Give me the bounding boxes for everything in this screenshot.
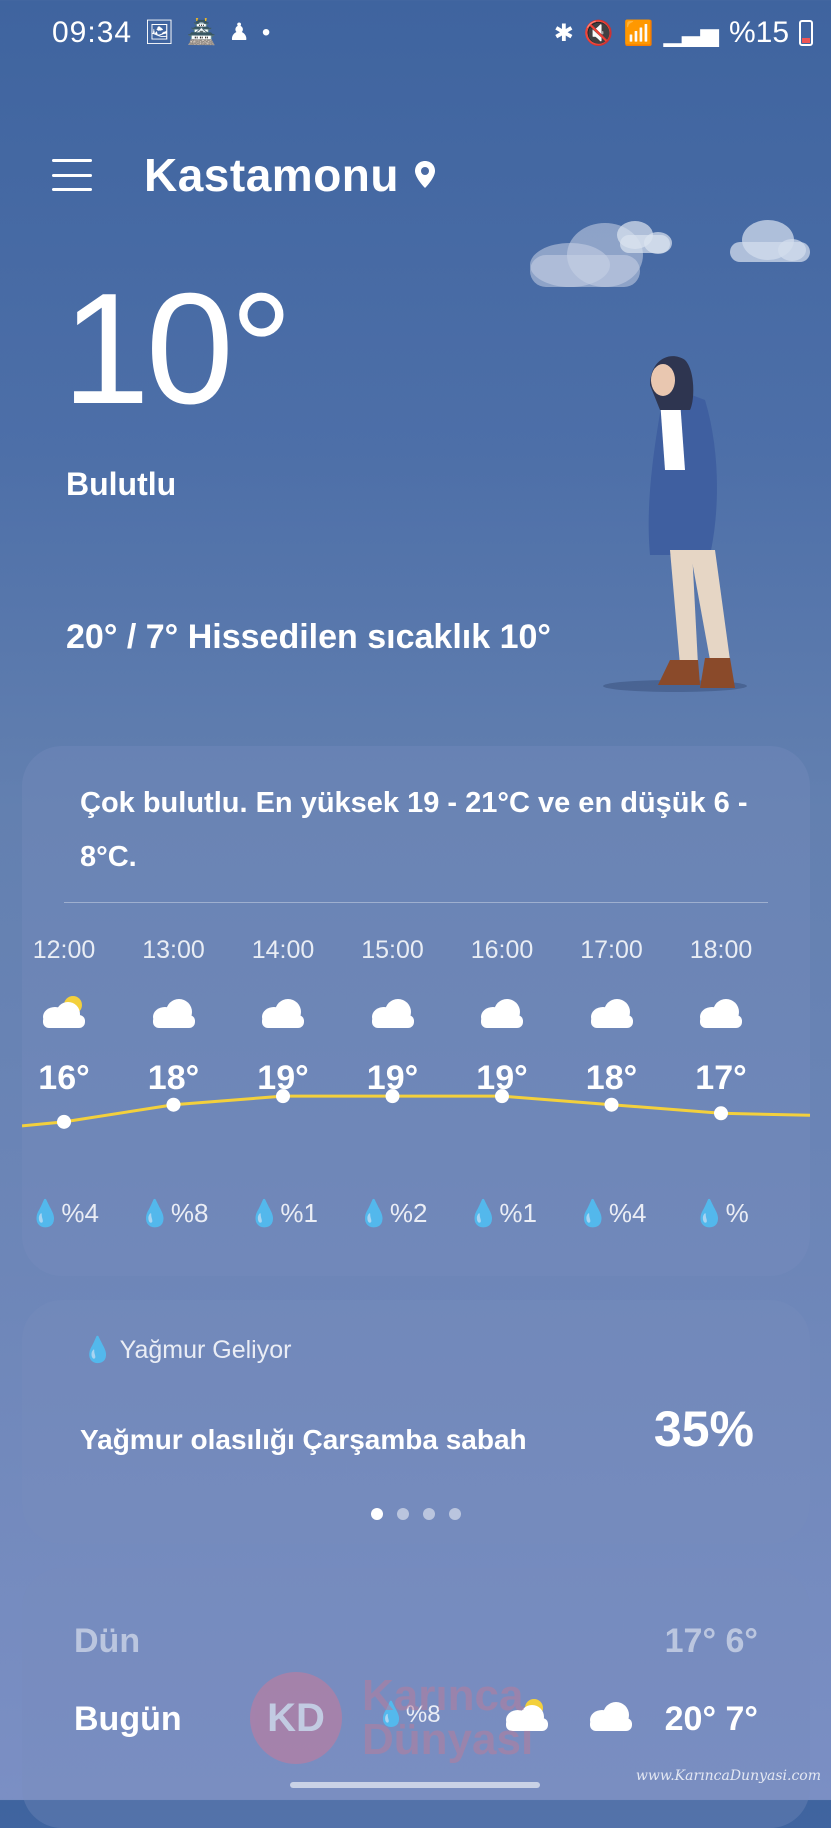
bluetooth-icon: ✱	[553, 19, 574, 47]
hour-time: 18:00	[689, 936, 753, 964]
day-label: Dün	[74, 1622, 141, 1660]
rain-alert-card[interactable]: 💧 Yağmur Geliyor Yağmur olasılığı Çarşam…	[22, 1300, 810, 1544]
weather-illustration	[530, 220, 810, 692]
cloud-icon	[557, 995, 667, 1035]
hour-rain: 💧%4	[576, 1198, 647, 1228]
hour-rain: 💧%4	[29, 1198, 99, 1228]
hour-time: 15:00	[361, 936, 424, 964]
header: Kastamonu	[52, 148, 437, 202]
day-temps: 17° 6°	[664, 1622, 758, 1660]
battery-percent: %15	[728, 16, 789, 49]
temperature-point	[166, 1097, 181, 1112]
hour-rain: 💧%1	[467, 1198, 537, 1228]
app-notification-icon: 🏯	[186, 19, 217, 46]
mute-icon: 🔇	[583, 19, 614, 47]
day-temps: 20° 7°	[664, 1700, 758, 1738]
hour-item: 18:00 17° 💧%	[666, 936, 776, 1228]
watermark-url: www.KarıncaDunyasi.com	[635, 1768, 821, 1784]
hour-temp: 18°	[585, 1059, 638, 1097]
cloud-icon	[119, 995, 229, 1035]
day-label: Bugün	[74, 1700, 182, 1738]
battery-icon	[799, 20, 813, 46]
hour-time: 12:00	[32, 936, 96, 964]
hour-time: 14:00	[251, 936, 315, 964]
partly-cloudy-icon	[22, 995, 119, 1035]
hour-item: 17:00 18° 💧%4	[557, 936, 667, 1228]
forecast-summary: Çok bulutlu. En yüksek 19 - 21°C ve en d…	[80, 787, 748, 873]
status-time: 09:34	[52, 16, 133, 49]
rain-percent: 35%	[653, 1401, 754, 1457]
watermark-logo: KD	[250, 1672, 342, 1764]
temperature-line	[22, 1094, 810, 1128]
page-dot[interactable]	[449, 1508, 461, 1520]
page-dot[interactable]	[397, 1508, 409, 1520]
hourly-forecast-card[interactable]: Çok bulutlu. En yüksek 19 - 21°C ve en d…	[22, 746, 810, 1276]
cloud-icon	[338, 995, 448, 1035]
page-indicator	[22, 1508, 810, 1520]
cloud-icon	[586, 1698, 636, 1741]
hour-time: 17:00	[580, 936, 643, 964]
hourly-list[interactable]: 12:00 16° 💧%4 13:00 18° 💧%8 14:00 19° 💧%1 15:00 19…	[22, 936, 810, 1256]
wifi-icon: 📶	[623, 19, 654, 47]
dot-icon: •	[261, 18, 271, 46]
status-bar: 09:34 🖼 🏯 ♟ • ✱ 🔇 📶 ▁▃▅ %15	[0, 0, 831, 66]
feels-like: Hissedilen sıcaklık 10°	[187, 618, 551, 656]
location-pin-icon	[414, 161, 435, 188]
hour-item: 16:00 19° 💧%1	[447, 936, 557, 1228]
hour-item: 15:00 19° 💧%2	[338, 936, 448, 1228]
hour-temp: 19°	[366, 1059, 419, 1097]
hi-lo-feels: 20° / 7° Hissedilen sıcaklık 10°	[66, 618, 551, 657]
chess-icon: ♟	[228, 19, 250, 46]
hour-time: 13:00	[142, 936, 205, 964]
hour-temp: 19°	[476, 1059, 528, 1097]
page-dot[interactable]	[371, 1508, 383, 1520]
gallery-icon: 🖼	[144, 19, 175, 46]
hour-item: 14:00 19° 💧%1	[228, 936, 338, 1228]
menu-icon[interactable]	[52, 159, 92, 191]
rain-description: Yağmur olasılığı Çarşamba sabah	[80, 1424, 527, 1455]
hour-temp: 18°	[147, 1059, 200, 1097]
hour-rain: 💧%8	[138, 1198, 209, 1228]
hour-rain: 💧%1	[248, 1198, 318, 1228]
current-condition: Bulutlu	[66, 466, 177, 502]
page-dot[interactable]	[423, 1508, 435, 1520]
temperature-point	[604, 1097, 619, 1112]
current-temperature: 10°	[62, 261, 293, 437]
divider	[64, 902, 768, 903]
temperature-point	[714, 1106, 728, 1121]
hour-temp: 17°	[695, 1059, 747, 1097]
cloud-icon	[447, 995, 557, 1035]
hour-temp: 16°	[38, 1059, 90, 1097]
cloud-icon	[666, 995, 776, 1035]
cloud-icon	[228, 995, 338, 1035]
raindrops-icon: 💧	[82, 1336, 114, 1364]
hour-rain: 💧%2	[357, 1198, 428, 1228]
hour-time: 16:00	[470, 936, 534, 964]
city-name[interactable]: Kastamonu	[144, 148, 399, 202]
rain-title: 💧 Yağmur Geliyor	[82, 1336, 292, 1364]
hi-lo-temp: 20° / 7°	[66, 618, 179, 656]
hour-rain: 💧%	[693, 1198, 749, 1228]
watermark: KD Karınca Dünyası	[250, 1672, 533, 1764]
temperature-point	[57, 1114, 71, 1129]
signal-icon: ▁▃▅	[663, 19, 719, 47]
home-indicator[interactable]	[290, 1782, 540, 1788]
hour-item: 12:00 16° 💧%4	[22, 936, 119, 1228]
hour-item: 13:00 18° 💧%8	[119, 936, 229, 1228]
hour-temp: 19°	[257, 1059, 309, 1097]
